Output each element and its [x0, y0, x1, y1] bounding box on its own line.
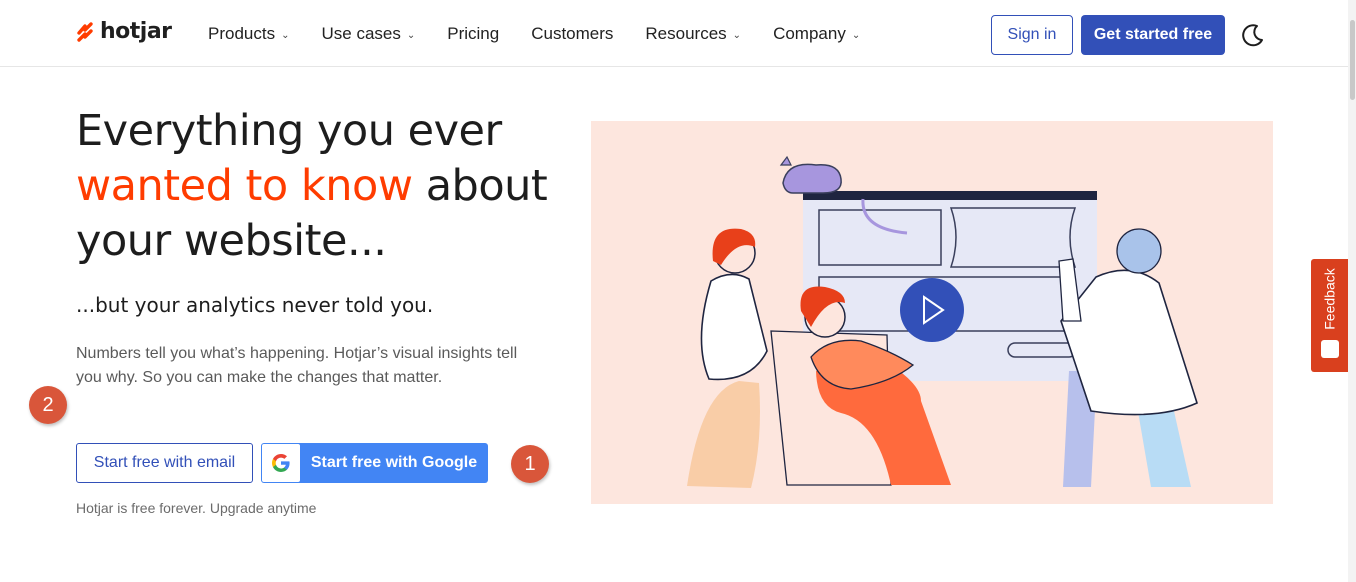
feedback-tab-label-wrap: Feedback: [1311, 259, 1348, 339]
hero-headline: Everything you ever wanted to know about…: [76, 104, 576, 269]
scrollbar-thumb[interactable]: [1350, 20, 1355, 100]
hero-body: Numbers tell you what’s happening. Hotja…: [76, 345, 518, 386]
nav-customers[interactable]: Customers: [531, 24, 613, 44]
headline-accent: wanted to know: [76, 161, 413, 211]
nav-resources-label: Resources: [645, 24, 727, 43]
feedback-tab-label: Feedback: [1321, 268, 1338, 330]
annotation-badge-1: 1: [511, 445, 549, 483]
sign-in-button[interactable]: Sign in: [991, 15, 1073, 55]
nav-pricing-label: Pricing: [447, 24, 500, 43]
google-button-label: Start free with Google: [310, 454, 478, 471]
hotjar-logo[interactable]: hotjar: [76, 19, 172, 44]
start-free-email-button[interactable]: Start free with email: [76, 443, 253, 483]
annotation-badge-2: 2: [29, 386, 67, 424]
chevron-down-icon: ⌄: [851, 30, 861, 41]
nav-resources[interactable]: Resources ⌄: [645, 24, 741, 44]
headline-rest: about: [412, 161, 548, 211]
site-header: hotjar Products ⌄ Use cases ⌄ Pricing Cust…: [0, 0, 1348, 67]
hero-subhead: ...but your analytics never told you.: [76, 293, 434, 317]
get-started-button[interactable]: Get started free: [1081, 15, 1225, 55]
start-free-google-button[interactable]: Start free with Google: [261, 443, 488, 483]
nav-pricing[interactable]: Pricing: [447, 24, 499, 44]
page: hotjar Products ⌄ Use cases ⌄ Pricing Cust…: [0, 0, 1356, 582]
nav-company-label: Company: [773, 24, 846, 43]
people-illustration: [687, 155, 1198, 488]
nav-use-cases-label: Use cases: [321, 24, 401, 43]
headline-line-1: Everything you ever: [76, 106, 502, 156]
nav-products[interactable]: Products ⌄: [208, 24, 289, 44]
moon-icon[interactable]: [1240, 22, 1266, 48]
main-nav: Products ⌄ Use cases ⌄ Pricing Customers R…: [208, 24, 892, 44]
hero-footnote: Hotjar is free forever. Upgrade anytime: [76, 500, 317, 516]
chevron-down-icon: ⌄: [406, 30, 416, 41]
chevron-down-icon: ⌄: [732, 30, 742, 41]
hotjar-flame-icon: [77, 21, 93, 42]
nav-products-label: Products: [208, 24, 276, 43]
nav-customers-label: Customers: [531, 24, 614, 43]
chevron-down-icon: ⌄: [281, 30, 290, 41]
nav-company[interactable]: Company ⌄: [773, 24, 860, 44]
google-icon: [262, 444, 300, 482]
logo-text: hotjar: [100, 19, 172, 44]
headline-line-3: your website...: [76, 216, 387, 266]
nav-use-cases[interactable]: Use cases ⌄: [321, 24, 415, 44]
hero-illustration: [591, 121, 1273, 504]
feedback-smiley-icon: [1321, 340, 1339, 358]
